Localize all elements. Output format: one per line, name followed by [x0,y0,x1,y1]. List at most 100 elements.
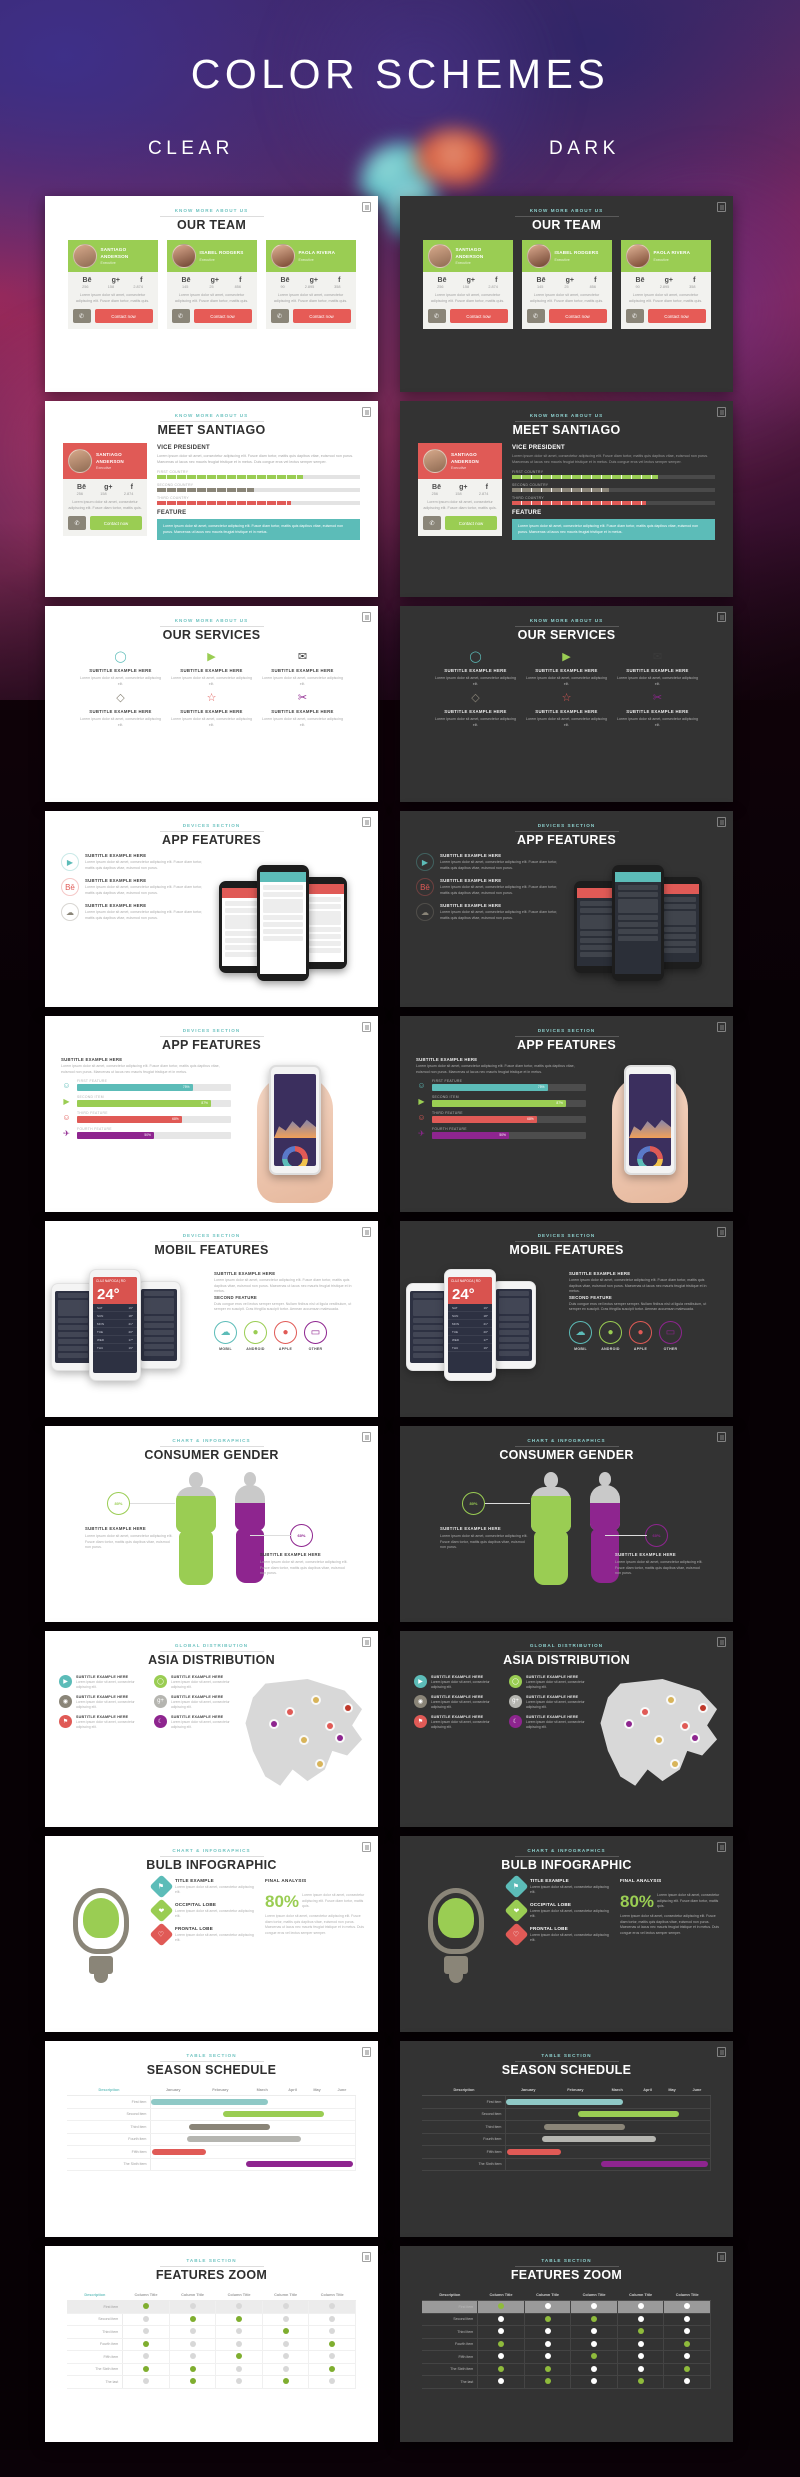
contact-button[interactable]: Contact now [292,309,351,324]
team-card[interactable]: PAOLA RIVERA Executive Bē g+ f 90 2.895 358 Lore… [265,240,356,330]
slide-season-schedule-dark[interactable]: TABLE SECTION SEASON SCHEDULE Description J… [400,2041,733,2237]
behance-icon[interactable]: Bē [438,277,447,284]
progress-row[interactable]: ▶ SECOND ITEM 87% [416,1095,586,1108]
slide-asia-distribution-dark[interactable]: GLOBAL DISTRIBUTION ASIA DISTRIBUTION ▶ SUB… [400,1631,733,1827]
whatsapp-icon[interactable]: ✆ [68,516,86,531]
progress-row[interactable]: ☺ FIRST FEATURE 75% [61,1079,231,1092]
distribution-item[interactable]: ◉ SUBTITLE EXAMPLE HERE Lorem ipsum dolor … [414,1694,501,1710]
slide-mobil-features-clear[interactable]: DEVICES SECTION MOBIL FEATURES CLUJ NAPOCA… [45,1221,378,1417]
service-item[interactable]: ▶ SUBTITLE EXAMPLE HERE Lorem ipsum dolor … [525,652,608,687]
bulb-item[interactable]: ❤ OCCIPITAL LOBE Lorem ipsum dolor sit ame… [149,1898,257,1923]
whatsapp-icon[interactable]: ✆ [171,309,190,324]
table-row[interactable]: Second item [422,2313,711,2326]
bulb-item[interactable]: ♡ FRONTAL LOBE Lorem ipsum dolor sit amet,… [149,1922,257,1947]
google-plus-icon[interactable]: g+ [310,277,318,284]
facebook-icon[interactable]: f [594,277,596,284]
os-item[interactable]: ▭ OTHER [659,1320,682,1351]
bulb-item[interactable]: ⚑ TITLE EXAMPLE Lorem ipsum dolor sit amet… [504,1874,612,1899]
slide-number-badge[interactable] [717,1227,726,1237]
table-row[interactable]: Fifth item [422,2145,711,2159]
progress-row[interactable]: ☺ THIRD FEATURE 68% [416,1111,586,1124]
table-row[interactable]: The Sixth item [67,2158,356,2171]
table-row[interactable]: Fourth item [422,2338,711,2351]
social-icon[interactable]: f [486,484,488,491]
contact-button[interactable]: Contact now [548,309,607,324]
table-row[interactable]: The last [422,2375,711,2389]
whatsapp-icon[interactable]: ✆ [427,309,446,324]
os-item[interactable]: ● APPLE [274,1320,297,1351]
slide-our-team-clear[interactable]: KNOW MORE ABOUT US OUR TEAM SANTIAGO ANDER… [45,196,378,392]
os-item[interactable]: ● APPLE [629,1320,652,1351]
slide-app-features-1-dark[interactable]: DEVICES SECTION APP FEATURES ▶ SUBTITLE EXA… [400,811,733,1007]
facebook-icon[interactable]: f [338,277,340,284]
slide-number-badge[interactable] [362,1432,371,1442]
slide-number-badge[interactable] [717,1842,726,1852]
slide-number-badge[interactable] [362,817,371,827]
slide-bulb-infographic-dark[interactable]: CHART & INFOGRAPHICS BULB INFOGRAPHIC ⚑ TIT… [400,1836,733,2032]
os-item[interactable]: ● ANDROID [244,1320,267,1351]
social-icon[interactable]: Bē [77,484,86,491]
distribution-item[interactable]: g+ SUBTITLE EXAMPLE HERE Lorem ipsum dolor… [154,1694,241,1710]
slide-number-badge[interactable] [362,1022,371,1032]
table-row[interactable]: First item [67,2095,356,2109]
social-icon[interactable]: g+ [459,484,467,491]
contact-button[interactable]: Contact now [90,516,142,531]
table-row[interactable]: Third item [422,2325,711,2339]
service-item[interactable]: ◇ SUBTITLE EXAMPLE HERE Lorem ipsum dolor … [79,693,162,728]
slide-mobil-features-dark[interactable]: DEVICES SECTION MOBIL FEATURES CLUJ NAPOCA… [400,1221,733,1417]
table-row[interactable]: The Sixth item [67,2363,356,2376]
service-item[interactable]: ✂ SUBTITLE EXAMPLE HERE Lorem ipsum dolor … [261,693,344,728]
behance-icon[interactable]: Bē [537,277,546,284]
social-icon[interactable]: Bē [432,484,441,491]
contact-button[interactable]: Contact now [445,516,497,531]
feature-item[interactable]: Bē SUBTITLE EXAMPLE HERE Lorem ipsum dolor… [61,878,211,897]
table-row[interactable]: Fifth item [67,2145,356,2159]
table-row[interactable]: Third item [422,2120,711,2134]
distribution-item[interactable]: g+ SUBTITLE EXAMPLE HERE Lorem ipsum dolor… [509,1694,596,1710]
contact-button[interactable]: Contact now [449,309,508,324]
service-item[interactable]: ✉ SUBTITLE EXAMPLE HERE Lorem ipsum dolor … [261,652,344,687]
google-plus-icon[interactable]: g+ [211,277,219,284]
distribution-item[interactable]: ◯ SUBTITLE EXAMPLE HERE Lorem ipsum dolor … [154,1675,241,1690]
table-row[interactable]: First item [422,2300,711,2314]
team-card[interactable]: PAOLA RIVERA Executive Bē g+ f 90 2.895 358 Lore… [620,240,711,330]
whatsapp-icon[interactable]: ✆ [270,309,289,324]
distribution-item[interactable]: ▶ SUBTITLE EXAMPLE HERE Lorem ipsum dolor … [59,1675,146,1690]
slide-app-features-2-dark[interactable]: DEVICES SECTION APP FEATURES SUBTITLE EXAM… [400,1016,733,1212]
table-row[interactable]: Second item [67,2313,356,2326]
os-item[interactable]: ☁ MOBIL [569,1320,592,1351]
progress-row[interactable]: ▶ SECOND ITEM 87% [61,1095,231,1108]
progress-row[interactable]: ☺ THIRD FEATURE 68% [61,1111,231,1124]
distribution-item[interactable]: ⚑ SUBTITLE EXAMPLE HERE Lorem ipsum dolor … [59,1714,146,1730]
progress-row[interactable]: ☺ FIRST FEATURE 75% [416,1079,586,1092]
contact-button[interactable]: Contact now [94,309,153,324]
slide-number-badge[interactable] [362,407,371,417]
table-row[interactable]: Third item [67,2120,356,2134]
table-row[interactable]: First item [67,2300,356,2314]
distribution-item[interactable]: ☾ SUBTITLE EXAMPLE HERE Lorem ipsum dolor … [154,1714,241,1730]
contact-button[interactable]: Contact now [647,309,706,324]
slide-season-schedule-clear[interactable]: TABLE SECTION SEASON SCHEDULE Description J… [45,2041,378,2237]
distribution-item[interactable]: ⚑ SUBTITLE EXAMPLE HERE Lorem ipsum dolor … [414,1714,501,1730]
table-row[interactable]: Fifth item [67,2350,356,2364]
slide-number-badge[interactable] [717,1022,726,1032]
table-row[interactable]: Second item [67,2108,356,2121]
service-item[interactable]: ✂ SUBTITLE EXAMPLE HERE Lorem ipsum dolor … [616,693,699,728]
google-plus-icon[interactable]: g+ [566,277,574,284]
slide-number-badge[interactable] [717,1432,726,1442]
team-card[interactable]: SANTIAGO ANDERSON Executive Bē g+ f 256 158 2.8… [422,240,513,330]
feature-item[interactable]: Bē SUBTITLE EXAMPLE HERE Lorem ipsum dolor… [416,878,566,897]
feature-item[interactable]: ☁ SUBTITLE EXAMPLE HERE Lorem ipsum dolor … [61,903,211,922]
bulb-item[interactable]: ♡ FRONTAL LOBE Lorem ipsum dolor sit amet,… [504,1922,612,1947]
google-plus-icon[interactable]: g+ [112,277,120,284]
slide-number-badge[interactable] [362,2047,371,2057]
slide-number-badge[interactable] [717,1637,726,1647]
progress-row[interactable]: ✈ FOURTH FEATURE 50% [416,1127,586,1140]
google-plus-icon[interactable]: g+ [467,277,475,284]
whatsapp-icon[interactable]: ✆ [526,309,545,324]
team-card[interactable]: SANTIAGO ANDERSON Executive Bē g+ f 256 158 2.8… [67,240,158,330]
distribution-item[interactable]: ◯ SUBTITLE EXAMPLE HERE Lorem ipsum dolor … [509,1675,596,1690]
os-item[interactable]: ▭ OTHER [304,1320,327,1351]
slide-asia-distribution-clear[interactable]: GLOBAL DISTRIBUTION ASIA DISTRIBUTION ▶ SUB… [45,1631,378,1827]
table-row[interactable]: Fourth item [67,2338,356,2351]
